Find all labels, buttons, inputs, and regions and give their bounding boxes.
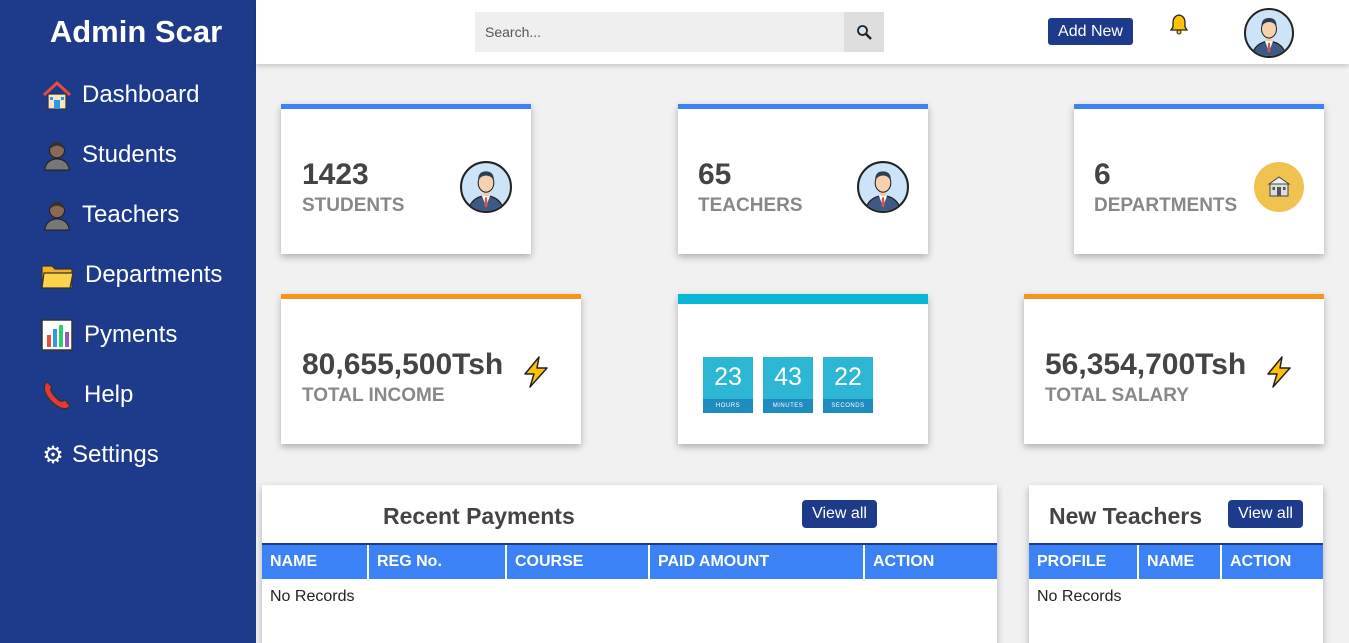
sidebar: Admin Scar Dashboard Students Teachers D…: [0, 0, 256, 643]
total-salary-label: TOTAL SALARY: [1045, 385, 1189, 406]
teachers-label: TEACHERS: [698, 195, 803, 216]
minutes-unit: MINUTES: [763, 399, 813, 413]
departments-label: DEPARTMENTS: [1094, 195, 1238, 216]
column-header[interactable]: NAME: [1139, 545, 1222, 579]
house-icon: [40, 78, 74, 112]
column-header[interactable]: PROFILE: [1029, 545, 1139, 579]
new-teachers-panel: New Teachers View all PROFILE NAME ACTIO…: [1029, 485, 1323, 643]
bar-chart-icon: [40, 318, 74, 352]
column-header[interactable]: REG No.: [369, 545, 507, 579]
sidebar-item-label: Dashboard: [82, 81, 200, 108]
user-avatar[interactable]: [1244, 8, 1294, 58]
teachers-card: 65 TEACHERS: [678, 104, 928, 254]
search-icon: [857, 25, 872, 40]
students-count: 1423: [302, 158, 369, 191]
clock-hours: 23 HOURS: [703, 357, 753, 413]
lightning-icon: [1262, 355, 1296, 389]
empty-message: No Records: [270, 588, 355, 605]
students-card: 1423 STUDENTS: [281, 104, 531, 254]
new-teachers-title: New Teachers: [1049, 503, 1202, 529]
search-input[interactable]: [475, 12, 844, 52]
person-icon: [40, 198, 74, 232]
sidebar-item-label: Help: [84, 381, 134, 408]
phone-icon: [40, 378, 74, 412]
payments-table-header: NAME REG No. COURSE PAID AMOUNT ACTION: [262, 543, 997, 579]
students-label: STUDENTS: [302, 195, 405, 216]
gear-icon: ⚙: [42, 441, 64, 469]
seconds-value: 22: [834, 363, 862, 391]
folder-icon: [40, 258, 74, 292]
teachers-view-all-button[interactable]: View all: [1228, 500, 1303, 528]
clock-minutes: 43 MINUTES: [763, 357, 813, 413]
sidebar-item-help[interactable]: Help: [40, 375, 133, 415]
sidebar-item-students[interactable]: Students: [40, 135, 177, 175]
teacher-avatar-icon: [857, 161, 909, 213]
sidebar-item-label: Settings: [72, 441, 159, 468]
search-button[interactable]: [844, 12, 884, 52]
recent-payments-panel: Recent Payments View all NAME REG No. CO…: [262, 485, 997, 643]
minutes-value: 43: [774, 363, 802, 391]
column-header[interactable]: ACTION: [865, 545, 997, 579]
total-income-value: 80,655,500Tsh: [302, 348, 504, 381]
column-header[interactable]: PAID AMOUNT: [650, 545, 865, 579]
payments-view-all-button[interactable]: View all: [802, 500, 877, 528]
departments-count: 6: [1094, 158, 1111, 191]
add-new-button[interactable]: Add New: [1048, 18, 1133, 45]
empty-message: No Records: [1037, 588, 1122, 605]
top-bar: Add New: [256, 0, 1349, 64]
sidebar-item-payments[interactable]: Pyments: [40, 315, 177, 355]
total-salary-card: 56,354,700Tsh TOTAL SALARY: [1024, 294, 1324, 444]
column-header[interactable]: ACTION: [1222, 545, 1323, 579]
teachers-table-header: PROFILE NAME ACTION: [1029, 543, 1323, 579]
clock-seconds: 22 SECONDS: [823, 357, 873, 413]
teachers-count: 65: [698, 158, 732, 191]
sidebar-item-label: Departments: [85, 261, 223, 288]
departments-card: 6 DEPARTMENTS: [1074, 104, 1324, 254]
student-avatar-icon: [460, 161, 512, 213]
lightning-icon: [519, 355, 553, 389]
sidebar-item-label: Students: [82, 141, 177, 168]
sidebar-item-departments[interactable]: Departments: [40, 255, 222, 295]
hours-value: 23: [714, 363, 742, 391]
person-icon: [40, 138, 74, 172]
school-building-icon: [1254, 162, 1304, 212]
bell-icon[interactable]: [1168, 13, 1190, 35]
clock-card: 23 HOURS 43 MINUTES 22 SECONDS: [678, 294, 928, 444]
total-salary-value: 56,354,700Tsh: [1045, 348, 1247, 381]
sidebar-item-teachers[interactable]: Teachers: [40, 195, 179, 235]
column-header[interactable]: COURSE: [507, 545, 650, 579]
total-income-label: TOTAL INCOME: [302, 385, 445, 406]
sidebar-item-dashboard[interactable]: Dashboard: [40, 75, 199, 115]
sidebar-item-label: Pyments: [84, 321, 178, 348]
recent-payments-title: Recent Payments: [383, 503, 575, 529]
hours-unit: HOURS: [703, 399, 753, 413]
sidebar-item-settings[interactable]: ⚙ Settings: [40, 435, 159, 475]
brand-title: Admin Scar: [49, 14, 223, 49]
column-header[interactable]: NAME: [262, 545, 369, 579]
seconds-unit: SECONDS: [823, 399, 873, 413]
total-income-card: 80,655,500Tsh TOTAL INCOME: [281, 294, 581, 444]
sidebar-item-label: Teachers: [82, 201, 180, 228]
digital-clock: 23 HOURS 43 MINUTES 22 SECONDS: [703, 357, 873, 413]
